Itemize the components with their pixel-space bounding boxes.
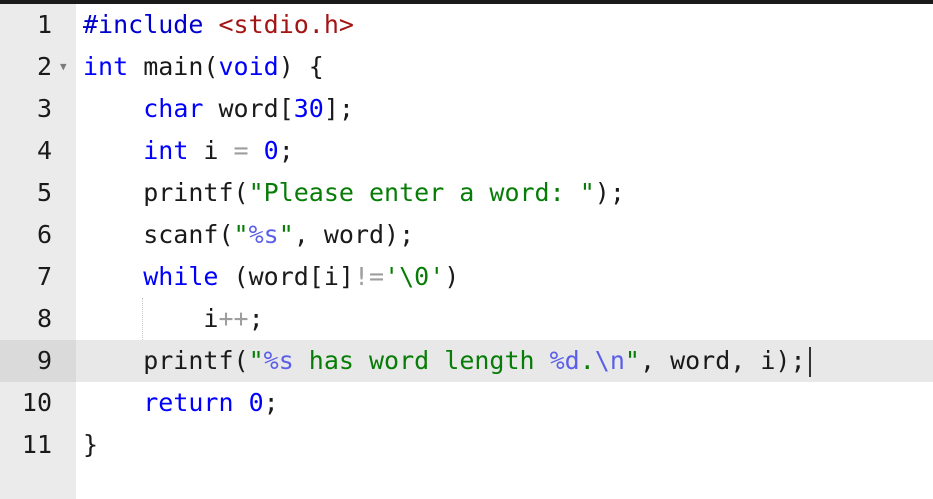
function-call: printf(	[83, 178, 249, 207]
string-quote: "	[248, 346, 264, 375]
gutter-cell: 7	[0, 256, 76, 298]
code-text[interactable]: }	[83, 424, 98, 466]
arguments: , word);	[293, 220, 415, 249]
keyword: char	[143, 94, 204, 123]
identifier: i	[188, 136, 234, 165]
line-number: 2	[36, 52, 52, 81]
code-line-11[interactable]: 11 }	[0, 424, 933, 466]
format-specifier: %s	[263, 346, 294, 375]
string-literal: has word length	[293, 346, 550, 375]
line-number: 7	[36, 262, 52, 291]
code-text[interactable]: char word[30];	[83, 88, 354, 130]
identifier: main(	[128, 52, 219, 81]
gutter-cell: 3	[0, 88, 76, 130]
code-line-7[interactable]: 7 while (word[i]!='\0')	[0, 256, 933, 298]
keyword: return	[143, 388, 234, 417]
preprocessor-directive: #include	[83, 10, 204, 39]
text-cursor	[808, 347, 811, 377]
code-text[interactable]: while (word[i]!='\0')	[83, 256, 459, 298]
punctuation: ) {	[278, 52, 324, 81]
arguments: , word, i);	[639, 346, 806, 375]
escape-sequence: \n	[594, 346, 625, 375]
identifier: i	[83, 304, 219, 333]
code-text[interactable]: return 0;	[83, 382, 279, 424]
code-editor[interactable]: 1 #include <stdio.h> 2 ▼ int main(void) …	[0, 0, 933, 499]
line-number: 10	[21, 388, 52, 417]
function-call: printf(	[83, 346, 249, 375]
line-number: 11	[21, 430, 52, 459]
line-number: 9	[36, 346, 52, 375]
gutter-cell: 6	[0, 214, 76, 256]
operator: ++	[218, 304, 249, 333]
code-line-10[interactable]: 10 return 0;	[0, 382, 933, 424]
keyword: while	[143, 262, 219, 291]
code-line-9-active[interactable]: 9 printf("%s has word length %d.\n", wor…	[0, 340, 933, 382]
string-quote: "	[278, 220, 294, 249]
operator: =	[233, 136, 249, 165]
code-text[interactable]: int main(void) {	[83, 46, 324, 88]
identifier: word[	[203, 94, 294, 123]
gutter-cell: 1	[0, 4, 76, 46]
punctuation: );	[594, 178, 625, 207]
line-number: 8	[36, 304, 52, 333]
gutter-cell: 10	[0, 382, 76, 424]
code-line-1[interactable]: 1 #include <stdio.h>	[0, 4, 933, 46]
string-literal: .	[579, 346, 595, 375]
number-literal: 0	[248, 388, 264, 417]
number-literal: 30	[293, 94, 324, 123]
string-quote: "	[233, 220, 249, 249]
code-text[interactable]: int i = 0;	[83, 130, 294, 172]
code-line-4[interactable]: 4 int i = 0;	[0, 130, 933, 172]
line-number: 6	[36, 220, 52, 249]
identifier: (word[i]	[218, 262, 354, 291]
code-text[interactable]: scanf("%s", word);	[83, 214, 414, 256]
format-specifier: %d	[549, 346, 580, 375]
function-call: scanf(	[83, 220, 234, 249]
gutter-cell: 9	[0, 340, 76, 382]
code-line-8[interactable]: 8 i++;	[0, 298, 933, 340]
code-line-6[interactable]: 6 scanf("%s", word);	[0, 214, 933, 256]
gutter-cell: 8	[0, 298, 76, 340]
punctuation: ;	[263, 388, 279, 417]
number-literal: 0	[263, 136, 279, 165]
code-line-5[interactable]: 5 printf("Please enter a word: ");	[0, 172, 933, 214]
line-number: 5	[36, 178, 52, 207]
line-number: 4	[36, 136, 52, 165]
code-lines: 1 #include <stdio.h> 2 ▼ int main(void) …	[0, 4, 933, 466]
code-text[interactable]: #include <stdio.h>	[83, 4, 354, 46]
code-text[interactable]: i++;	[83, 298, 264, 340]
code-text[interactable]: printf("Please enter a word: ");	[83, 172, 625, 214]
gutter-cell: 11	[0, 424, 76, 466]
gutter-cell: 2 ▼	[0, 46, 76, 88]
punctuation: ;	[278, 136, 294, 165]
punctuation: )	[444, 262, 460, 291]
keyword: void	[218, 52, 279, 81]
include-path: <stdio.h>	[218, 10, 354, 39]
gutter-cell: 4	[0, 130, 76, 172]
string-quote: "	[624, 346, 640, 375]
format-specifier: %s	[248, 220, 279, 249]
line-number: 1	[36, 10, 52, 39]
code-line-2[interactable]: 2 ▼ int main(void) {	[0, 46, 933, 88]
keyword: int	[83, 52, 129, 81]
keyword: int	[143, 136, 189, 165]
code-text[interactable]: printf("%s has word length %d.\n", word,…	[83, 340, 811, 382]
punctuation: ];	[323, 94, 354, 123]
line-number: 3	[36, 94, 52, 123]
operator: !=	[353, 262, 385, 291]
punctuation: ;	[248, 304, 264, 333]
punctuation: }	[83, 430, 99, 459]
string-literal: "Please enter a word: "	[248, 178, 595, 207]
code-line-3[interactable]: 3 char word[30];	[0, 88, 933, 130]
char-literal: '\0'	[384, 262, 445, 291]
gutter-cell: 5	[0, 172, 76, 214]
chevron-down-icon[interactable]: ▼	[60, 46, 67, 88]
